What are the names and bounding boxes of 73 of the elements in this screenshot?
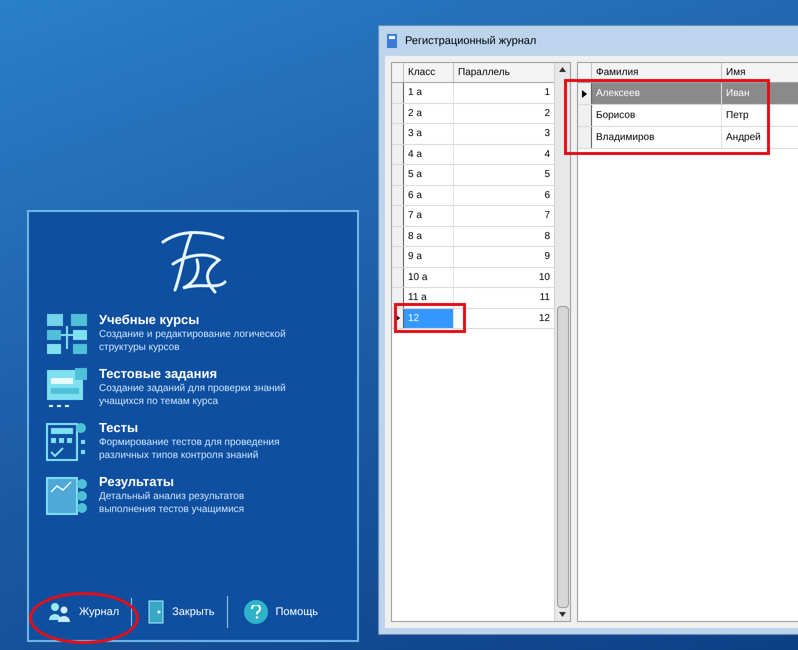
table-row[interactable]: 1 а 1 [392, 83, 554, 104]
table-row[interactable]: 10 а 10 [392, 268, 554, 288]
launcher-button[interactable]: Помощь [240, 596, 322, 628]
table-row[interactable]: 9 а 9 [392, 247, 554, 268]
help-icon [244, 600, 268, 624]
table-cell-text: 11 [538, 291, 551, 306]
table-cell: Алексеев [592, 83, 722, 104]
table-cell-text: 3 [543, 127, 551, 142]
column-header[interactable]: Параллель [454, 63, 554, 82]
table-row[interactable]: 8 а 8 [392, 226, 554, 247]
table-cell-text: 12 [538, 312, 551, 326]
table-cell-text: 7 [543, 209, 551, 224]
module-title[interactable]: Тесты [99, 420, 289, 436]
table-cell-text: 5 [543, 168, 551, 182]
table-row[interactable]: 5 а 5 [392, 165, 554, 186]
table-cell: 9 а [404, 247, 454, 266]
table-cell-text: 6 [543, 188, 551, 203]
table-row[interactable]: Владимиров Андрей [578, 127, 798, 149]
table-cell: 5 а [404, 165, 454, 184]
scroll-thumb[interactable] [556, 306, 568, 608]
column-header[interactable]: Класс [404, 63, 454, 82]
table-cell: 1 а [404, 83, 454, 102]
table-cell-text: 10 [538, 270, 551, 285]
annotation-rectangle [394, 303, 466, 333]
module-description: Детальный анализ результатов выполнения тестов учащимися [99, 490, 246, 516]
table-cell: 8 а [404, 226, 454, 246]
table-cell: 4 а [404, 144, 454, 164]
table-row[interactable]: 3 а 3 [392, 124, 554, 144]
row-pointer-icon [582, 90, 587, 98]
window-title: Регистрационный журнал [405, 34, 536, 49]
table-cell-text: 4 [543, 148, 551, 162]
scroll-up-icon[interactable] [559, 67, 566, 72]
table-cell-text: Андрей [725, 131, 762, 145]
module-description: Формирование тестов для проведения различных типов контроля знаний [99, 436, 281, 462]
table-row[interactable]: 2 а 2 [392, 104, 554, 124]
column-header[interactable]: Имя [722, 63, 798, 82]
table-cell: 10 а [404, 268, 454, 287]
column-header[interactable]: Фамилия [592, 63, 722, 82]
table-cell: 12 [404, 308, 454, 328]
table-cell: Борисов [592, 105, 722, 126]
table-cell-text: 9 [543, 250, 551, 264]
table-cell: 7 а [404, 206, 454, 226]
table-cell-text: Иван [725, 87, 750, 101]
module-description: Создание заданий для проверки знаний учащихся по темам курса [99, 382, 287, 408]
table-cell-text: 8 [543, 230, 551, 244]
door-icon [148, 600, 164, 624]
scroll-down-icon[interactable] [559, 612, 566, 617]
launcher-button[interactable]: Закрыть [144, 596, 228, 628]
module-title[interactable]: Тестовые задания [99, 366, 289, 382]
table-row[interactable]: 7 а 7 [392, 206, 554, 226]
people-icon [49, 602, 71, 622]
scrollbar[interactable] [554, 63, 570, 621]
module-description: Создание и редактирование логической структуры курсов [99, 328, 287, 354]
table-row[interactable]: 4 а 4 [392, 144, 554, 165]
table-cell: 11 а [404, 288, 454, 308]
table-cell: 6 а [404, 186, 454, 205]
module-title[interactable]: Результаты [99, 474, 289, 490]
chart-icon [45, 474, 89, 518]
table-cell-text: 2 [543, 106, 551, 121]
table-cell: Владимиров [592, 127, 722, 148]
table-cell: 3 а [404, 124, 454, 144]
table-cell: 2 а [404, 104, 454, 123]
form-icon [45, 366, 89, 410]
table-row[interactable]: 12 12 [392, 308, 554, 329]
table-row[interactable]: Борисов Петр [578, 105, 798, 127]
calculator-icon [45, 420, 89, 464]
table-cell-text: 1 [543, 86, 551, 100]
structure-icon [45, 312, 89, 356]
table-cell-text: Петр [725, 109, 750, 123]
book-icon [387, 34, 397, 48]
module-title[interactable]: Учебные курсы [99, 312, 289, 328]
launcher-button[interactable]: Журнал [45, 598, 132, 626]
table-row[interactable]: 6 а 6 [392, 186, 554, 206]
